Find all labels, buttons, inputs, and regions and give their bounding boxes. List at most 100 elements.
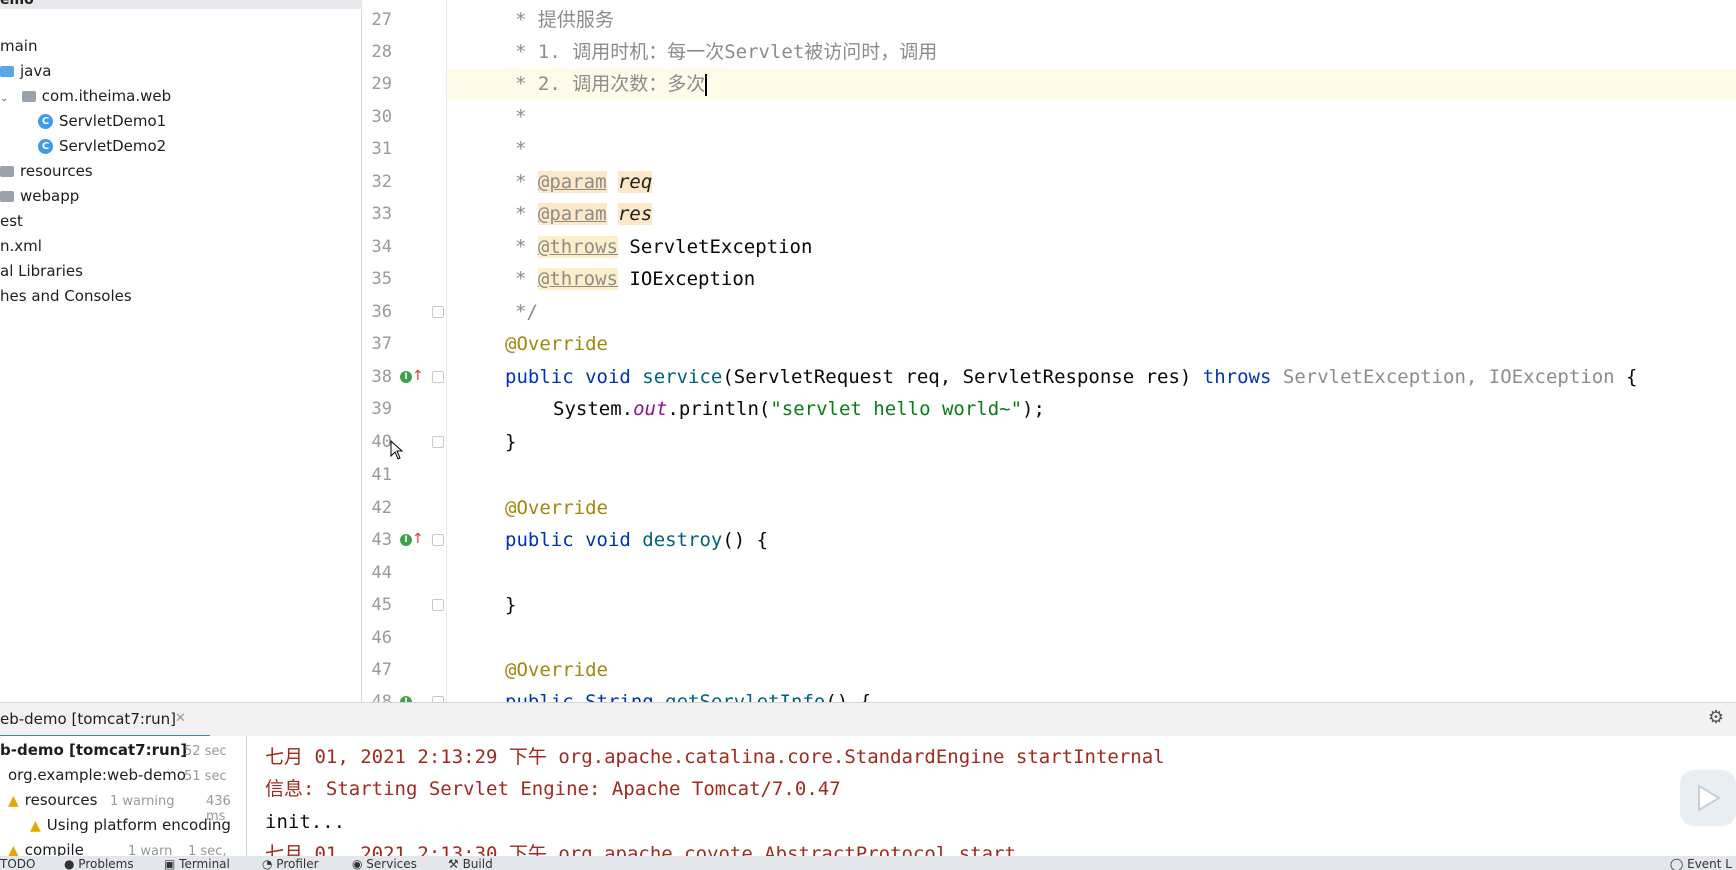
line-number: 31 (371, 139, 392, 159)
tree-item-package[interactable]: ⌄ com.itheima.web (0, 84, 171, 109)
gear-icon[interactable]: ⚙ (1708, 707, 1724, 728)
line-number: 38 (371, 367, 392, 387)
tree-item-label: java (20, 62, 52, 80)
run-tree-item[interactable]: b-demo [tomcat7:run] (0, 738, 187, 763)
implements-method-icon[interactable]: I (400, 534, 412, 546)
code-text: { (1614, 366, 1638, 388)
class-icon: C (38, 114, 53, 129)
profiler-tab[interactable]: ◔ Profiler (262, 856, 319, 870)
tree-item-servletdemo2[interactable]: C ServletDemo2 (38, 134, 166, 159)
profiler-icon: ◔ (262, 857, 277, 870)
todo-tab[interactable]: TODO (0, 856, 35, 870)
line-number: 44 (371, 563, 392, 583)
problems-tab[interactable]: ● Problems (64, 856, 134, 870)
method-name: service (642, 366, 723, 388)
code-editor[interactable]: * 提供服务 * 1. 调用时机：每一次Servlet被访问时，调用 * 2. … (447, 0, 1736, 702)
code-text: .println( (667, 398, 771, 420)
run-item-label: b-demo [tomcat7:run] (0, 741, 188, 759)
code-line-35: * @throws IOException (515, 263, 755, 295)
implements-method-icon[interactable]: I (400, 371, 412, 383)
close-icon[interactable]: ✕ (175, 703, 186, 735)
code-text: System. (553, 398, 634, 420)
web-folder-icon (0, 191, 14, 202)
code-line-33: * @param res (515, 198, 653, 230)
resources-folder-icon (0, 166, 14, 177)
code-text: * (515, 236, 538, 258)
tree-item-label: main (0, 37, 38, 55)
run-tree-item[interactable]: ▲ Using platform encoding (30, 813, 231, 838)
run-item-label: Using platform encoding (46, 816, 231, 834)
code-text: () { (825, 691, 872, 702)
tree-item-label: webapp (20, 187, 80, 205)
run-tab-label: eb-demo [tomcat7:run] (0, 710, 176, 728)
code-keyword: public void (505, 366, 643, 388)
line-number: 33 (371, 204, 392, 224)
fold-marker-icon[interactable] (432, 534, 444, 546)
tree-item-label: ServletDemo1 (59, 112, 167, 130)
services-icon: ◉ (352, 857, 367, 870)
code-line-37: @Override (505, 333, 608, 355)
tree-item-pom[interactable]: n.xml (0, 234, 42, 259)
chevron-down-icon[interactable]: ⌄ (0, 86, 9, 111)
tree-item-resources[interactable]: resources (0, 159, 93, 184)
tree-item-main[interactable]: main (0, 34, 37, 59)
text-cursor (705, 73, 708, 96)
terminal-tab[interactable]: ▣ Terminal (164, 856, 230, 870)
line-number: 47 (371, 660, 392, 680)
run-item-label: compile (24, 841, 84, 856)
tab-label: Build (462, 857, 493, 870)
javadoc-tag: @throws (537, 236, 618, 258)
tree-item-scratches[interactable]: hes and Consoles (0, 284, 132, 309)
build-tab[interactable]: ⚒ Build (448, 856, 493, 870)
event-log-tab[interactable]: ◯ Event L (1670, 856, 1732, 870)
code-line-34: * @throws ServletException (515, 231, 812, 263)
terminal-icon: ▣ (164, 857, 180, 870)
fold-marker-icon[interactable] (432, 371, 444, 383)
code-line-48: public String getServletInfo() { (505, 686, 871, 702)
fold-marker-icon[interactable] (432, 306, 444, 318)
overriding-arrow-icon[interactable]: ↑ (412, 532, 424, 546)
code-keyword: public void (505, 529, 643, 551)
code-text: * 2. 调用次数：多次 (515, 73, 706, 95)
tree-item-label: al Libraries (0, 262, 83, 280)
run-build-tree: b-demo [tomcat7:run] 52 sec org.example:… (0, 736, 247, 856)
code-line-38: public void service(ServletRequest req, … (505, 361, 1638, 393)
code-line-29: * 2. 调用次数：多次 (515, 68, 708, 100)
code-text: () { (722, 529, 769, 551)
tool-window-bar: TODO ● Problems ▣ Terminal ◔ Profiler ◉ … (0, 856, 1736, 870)
problems-icon: ● (64, 857, 79, 870)
services-tab[interactable]: ◉ Services (352, 856, 417, 870)
line-number: 45 (371, 595, 392, 615)
code-line-39: System.out.println("servlet hello world~… (553, 393, 1045, 425)
tab-label: Services (366, 857, 417, 870)
code-line-30: * (515, 106, 527, 128)
tab-label: Profiler (276, 857, 319, 870)
static-field: out (633, 398, 668, 420)
run-tree-item[interactable]: ▲ resources (8, 788, 97, 813)
line-number: 30 (371, 107, 392, 127)
run-tree-item[interactable]: ▲ compile (8, 838, 84, 856)
method-name: getServletInfo (665, 691, 826, 702)
line-number: 46 (371, 628, 392, 648)
line-number: 35 (371, 269, 392, 289)
console-line: 信息: Starting Servlet Engine: Apache Tomc… (265, 778, 841, 800)
video-play-button[interactable] (1680, 770, 1736, 826)
tree-item-webapp[interactable]: webapp (0, 184, 79, 209)
method-name: destroy (642, 529, 723, 551)
overriding-arrow-icon[interactable]: ↑ (412, 369, 424, 383)
tab-label: Event L (1687, 857, 1732, 870)
tree-item-external-libraries[interactable]: al Libraries (0, 259, 83, 284)
run-console[interactable]: 七月 01, 2021 2:13:29 下午 org.apache.catali… (247, 736, 1736, 856)
code-line-40: } (505, 431, 517, 453)
fold-marker-icon[interactable] (432, 599, 444, 611)
tree-item-servletdemo1[interactable]: C ServletDemo1 (38, 109, 166, 134)
line-number: 32 (371, 172, 392, 192)
tree-item-test[interactable]: est (0, 209, 23, 234)
editor-gutter[interactable]: 27 28 29 30 31 32 33 34 35 36 37 38 39 4… (362, 0, 447, 712)
code-line-47: @Override (505, 659, 608, 681)
tab-label: Problems (78, 857, 134, 870)
fold-marker-icon[interactable] (432, 436, 444, 448)
run-tree-item[interactable]: org.example:web-demo (8, 763, 186, 788)
code-line-43: public void destroy() { (505, 524, 768, 556)
tree-item-java[interactable]: java (0, 59, 51, 84)
